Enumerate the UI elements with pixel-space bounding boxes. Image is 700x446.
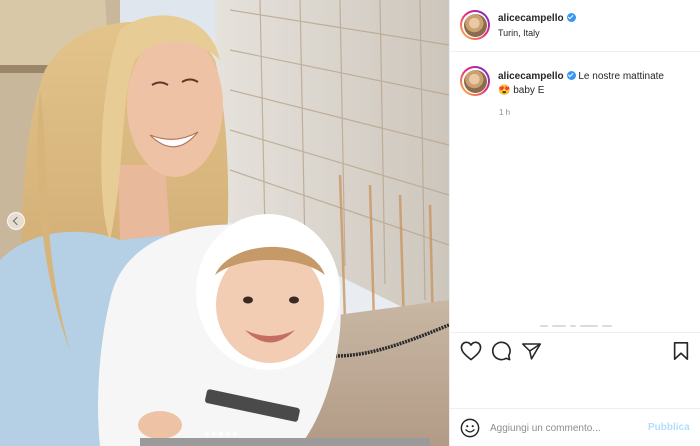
caption-text-2: baby E: [513, 85, 545, 96]
caption-username[interactable]: alicecampello: [498, 71, 564, 82]
carousel-prev-button[interactable]: [7, 212, 25, 230]
carousel-dot: [212, 432, 216, 436]
caption: alicecampello Le nostre mattinate 😍 baby…: [498, 70, 688, 98]
location-link[interactable]: Turin, Italy: [498, 28, 540, 38]
post-timestamp[interactable]: 1 h: [499, 108, 510, 117]
instagram-post: alicecampello Turin, Italy alicecampello…: [0, 0, 700, 446]
verified-badge-icon: [566, 13, 576, 22]
carousel-dot: [205, 432, 209, 436]
carousel-dot: [226, 432, 230, 436]
post-photo[interactable]: [0, 0, 449, 446]
comment-icon[interactable]: [491, 341, 511, 361]
carousel-dot: [219, 432, 223, 436]
verified-badge-icon: [566, 71, 576, 80]
bookmark-icon[interactable]: [672, 341, 690, 361]
photo-image: [0, 0, 449, 446]
add-comment-bar: Pubblica: [450, 408, 700, 446]
caption-text: Le nostre mattinate: [578, 71, 664, 82]
heart-icon[interactable]: [460, 341, 482, 361]
avatar[interactable]: [460, 10, 490, 40]
username-header[interactable]: alicecampello: [498, 13, 576, 24]
caption-avatar[interactable]: [460, 66, 490, 96]
post-header: alicecampello Turin, Italy: [450, 0, 700, 52]
post-actions: [450, 332, 700, 368]
share-icon[interactable]: [521, 341, 542, 361]
publish-button[interactable]: Pubblica: [648, 422, 690, 433]
carousel-dot: [233, 432, 237, 436]
comment-input[interactable]: [490, 420, 640, 436]
heart-eyes-emoji: 😍: [498, 85, 511, 96]
carousel-indicator: [205, 432, 237, 436]
loading-dots-icon: [540, 325, 612, 327]
emoji-icon[interactable]: [460, 418, 480, 438]
username-text[interactable]: alicecampello: [498, 13, 564, 24]
chevron-left-icon: [12, 216, 22, 226]
post-details-panel: alicecampello Turin, Italy alicecampello…: [449, 0, 700, 446]
